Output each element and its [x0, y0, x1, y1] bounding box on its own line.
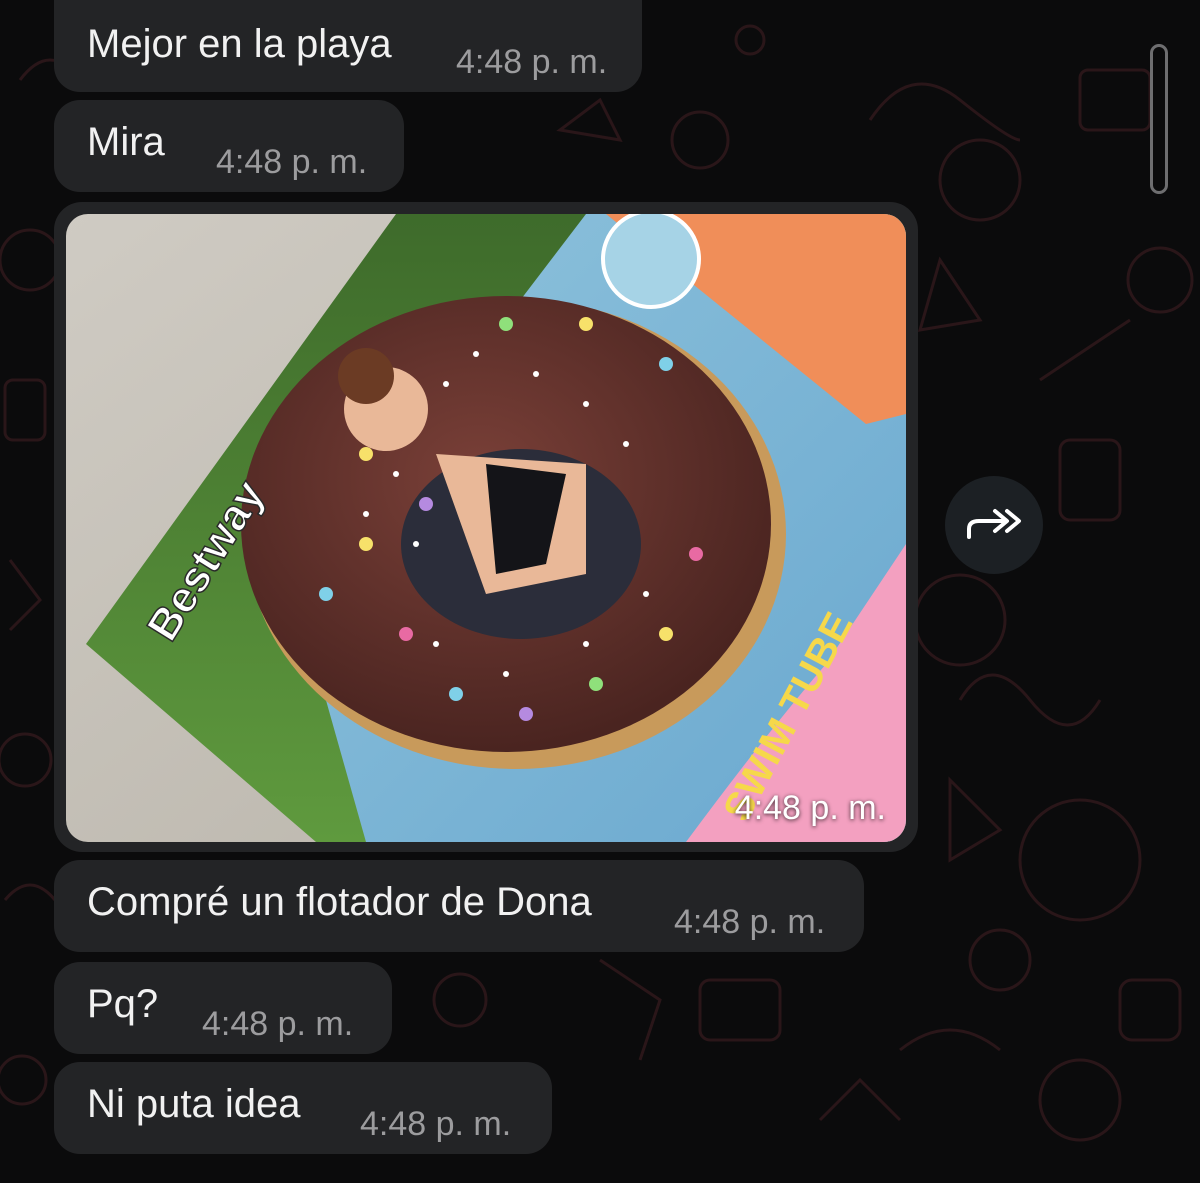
message-text: Pq?	[87, 982, 159, 1026]
message-bubble[interactable]: Ni puta idea 4:48 p. m.	[54, 1062, 552, 1154]
forward-icon	[967, 509, 1021, 539]
message-bubble[interactable]: Mira 4:48 p. m.	[54, 100, 404, 192]
message-text: Ni puta idea	[87, 1082, 301, 1126]
forward-button[interactable]	[945, 476, 1043, 574]
message-text: Mejor en la playa	[87, 22, 392, 66]
message-timestamp: 4:48 p. m.	[202, 1005, 354, 1043]
scrollbar[interactable]	[1150, 44, 1168, 194]
message-text: Compré un flotador de Dona	[87, 880, 592, 924]
message-bubble[interactable]: Mejor en la playa 4:48 p. m.	[54, 0, 642, 92]
message-timestamp: 4:48 p. m.	[456, 43, 608, 81]
image-message-bubble[interactable]: Bestway SWIM TUBE 4:48 p. m.	[54, 202, 918, 852]
photo-illustration: Bestway SWIM TUBE	[66, 214, 906, 842]
donut-float-photo[interactable]: Bestway SWIM TUBE 4:48 p. m.	[66, 214, 906, 842]
message-timestamp: 4:48 p. m.	[734, 789, 886, 827]
message-timestamp: 4:48 p. m.	[674, 903, 826, 941]
message-timestamp: 4:48 p. m.	[216, 143, 368, 181]
message-bubble[interactable]: Pq? 4:48 p. m.	[54, 962, 392, 1054]
message-bubble[interactable]: Compré un flotador de Dona 4:48 p. m.	[54, 860, 864, 952]
message-text: Mira	[87, 120, 165, 164]
message-timestamp: 4:48 p. m.	[360, 1105, 512, 1143]
